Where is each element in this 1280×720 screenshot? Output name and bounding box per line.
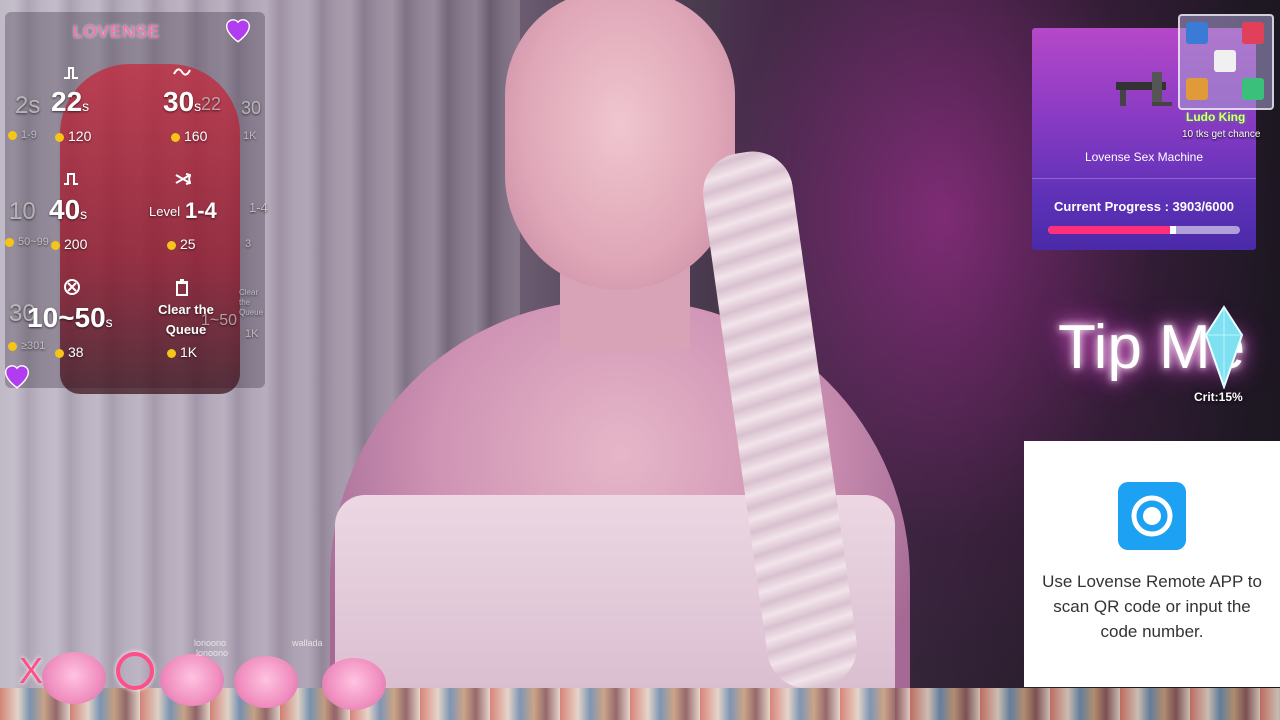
- ludo-blue-cell: [1186, 22, 1208, 44]
- game-o-mark: [116, 652, 154, 690]
- lovense-tip-menu: LOVENSE 2s 22s 1-9 120 30s 22 160 30 1K …: [5, 12, 268, 394]
- row1-faded: 2s: [15, 92, 41, 119]
- goal-title: Lovense Sex Machine: [1084, 150, 1204, 164]
- ludo-yellow-cell: [1186, 78, 1208, 100]
- sex-machine-icon: [1116, 72, 1172, 106]
- row3-duration: 10~50s: [27, 302, 113, 333]
- trash-icon: [176, 279, 188, 296]
- row1-right-faded: 22: [201, 94, 222, 114]
- pulse-pattern-icon: [64, 67, 78, 79]
- heart-icon: [4, 365, 30, 389]
- row3-range: ≥301: [8, 340, 45, 352]
- crystal-icon: [1204, 305, 1244, 389]
- right-faded-col-3: 1-4: [249, 200, 268, 215]
- blossom-tree: [234, 656, 298, 708]
- square-pattern-icon: [64, 173, 78, 185]
- level-value: 1-4: [185, 198, 217, 223]
- goal-progress-knob: [1169, 226, 1176, 234]
- blossom-tree: [322, 658, 386, 710]
- blossom-tree: [160, 654, 224, 706]
- right-faded-col-5: Clear the Queue: [239, 288, 264, 317]
- ludo-subtitle: 10 tks get chance: [1182, 129, 1261, 140]
- row2-right-price: 25: [167, 236, 196, 252]
- goal-divider: [1032, 178, 1256, 179]
- goal-progress-fill: [1048, 226, 1173, 234]
- chat-name: lonoono: [196, 648, 229, 658]
- row1-range: 1-9: [8, 129, 37, 141]
- ludo-red-cell: [1242, 22, 1264, 44]
- wave-pattern-icon: [173, 68, 191, 76]
- row3-price: 38: [55, 344, 84, 360]
- ludo-center-cell: [1214, 50, 1236, 72]
- lovense-remote-icon: [1118, 482, 1186, 550]
- row2-price: 200: [51, 236, 87, 252]
- right-faded-col-1: 30: [241, 98, 262, 118]
- crit-label: Crit:15%: [1194, 390, 1243, 404]
- level-label: Level: [149, 204, 181, 219]
- lovense-brand: LOVENSE: [73, 22, 161, 41]
- row1-price: 120: [55, 128, 91, 144]
- right-faded-col-6: 1~50: [201, 312, 238, 329]
- streamer-head: [505, 0, 735, 290]
- goal-progress-bar: [1048, 226, 1240, 234]
- row3-right-price: 1K: [167, 344, 197, 360]
- shuffle-icon: [175, 173, 191, 185]
- right-faded-col-2: 1K: [243, 130, 257, 142]
- bottom-game-strip: X lonoono lonoono wallada: [0, 638, 1280, 720]
- ludo-title: Ludo King: [1186, 110, 1246, 124]
- right-faded-col-4: 3: [245, 238, 252, 250]
- row2-range: 50~99: [5, 236, 49, 248]
- chat-name: lonoono: [194, 638, 227, 648]
- row1-right-price: 160: [171, 128, 207, 144]
- ludo-board: [1178, 14, 1274, 110]
- ludo-green-cell: [1242, 78, 1264, 100]
- cancel-circle-icon: [64, 279, 80, 295]
- row2-faded: 10: [9, 198, 36, 225]
- game-x-mark: X: [19, 650, 44, 691]
- heart-icon: [225, 19, 251, 43]
- webcam-stream: LOVENSE 2s 22s 1-9 120 30s 22 160 30 1K …: [0, 0, 1280, 720]
- row2-duration: 40s: [49, 194, 88, 225]
- blossom-tree: [42, 652, 106, 704]
- row1-duration: 22s: [51, 86, 90, 117]
- qr-instructions: Use Lovense Remote APP to scan QR code o…: [1042, 572, 1262, 641]
- row1-right-duration: 30s: [163, 86, 202, 117]
- ludo-king-widget[interactable]: Ludo King 10 tks get chance: [1174, 8, 1274, 140]
- goal-progress-text: Current Progress : 3903/6000: [1054, 199, 1234, 214]
- right-faded-col-7: 1K: [245, 328, 259, 340]
- chat-name: wallada: [292, 638, 323, 648]
